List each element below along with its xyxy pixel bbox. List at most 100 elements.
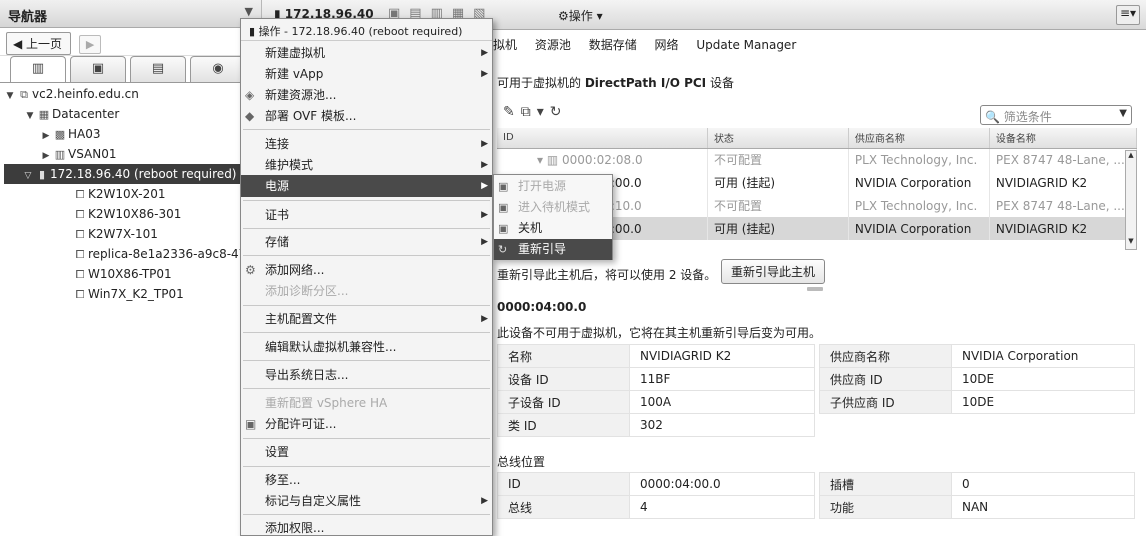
refresh-icon[interactable]: ↻ — [550, 104, 568, 120]
edit-icon[interactable]: ✎ — [503, 104, 521, 120]
menu-item-maintenance-mode[interactable]: 维护模式 ▶ — [241, 154, 492, 176]
filter-input[interactable]: 🔍 筛选条件 ▼ — [980, 105, 1132, 125]
tree-item-datacenter[interactable]: ▼ ▦ Datacenter — [24, 104, 120, 126]
menu-item-certificates[interactable]: 证书 ▶ — [241, 204, 492, 226]
actions-menu-button[interactable]: ⚙操作 ▾ — [558, 7, 603, 24]
menu-item-tags-attributes[interactable]: 标记与自定义属性 ▶ — [241, 490, 492, 512]
table-row[interactable]: ▾ ▥ 0000:02:08.0 不可配置 PLX Technology, In… — [497, 148, 1138, 171]
pci-icon: ▥ — [546, 152, 559, 167]
tab-storage[interactable]: ▤ — [130, 56, 186, 82]
tree-item-vm[interactable]: ⧠ Win7X_K2_TP01 — [72, 284, 184, 304]
tree-item-vcenter[interactable]: ▼ ⧉ vc2.heinfo.edu.cn — [4, 84, 139, 104]
standby-icon: ▣ — [498, 201, 509, 214]
device-properties-left: 名称 NVIDIAGRID K2 设备 ID 11BF 子设备 ID 100A 类 I… — [497, 344, 815, 437]
menu-item-reboot[interactable]: ↻ 重新引导 — [494, 239, 612, 260]
menu-item-deploy-ovf[interactable]: ◆ 部署 OVF 模板... — [241, 105, 492, 127]
scroll-down-icon[interactable]: ▼ — [1126, 237, 1136, 249]
menu-item-export-logs[interactable]: 导出系统日志... — [241, 364, 492, 386]
vm-template-icon: ▣ — [91, 61, 105, 76]
actions-context-menu: ▮ 操作 - 172.18.96.40 (reboot required) 新建… — [240, 18, 493, 536]
tab-vms[interactable]: 拟机 — [493, 36, 517, 53]
navigator-tabs: ▥ ▣ ▤ ◉ — [6, 56, 258, 83]
tree-item-vm[interactable]: ⧠ K2W10X-201 — [72, 184, 166, 204]
forward-button[interactable]: ▶ — [78, 35, 102, 54]
menu-icon[interactable]: ≡▾ — [1116, 5, 1140, 25]
resource-pool-icon: ◈ — [245, 88, 255, 102]
expand-icon[interactable]: ▾ — [537, 153, 543, 167]
menu-item-enter-standby[interactable]: ▣ 进入待机模式 — [494, 197, 612, 218]
menu-item-settings[interactable]: 设置 — [241, 441, 492, 463]
tab-resource-pools[interactable]: 资源池 — [535, 36, 571, 53]
expand-icon[interactable]: ▼ — [4, 86, 16, 106]
submenu-arrow-icon: ▶ — [481, 48, 488, 58]
storage-icon: ▤ — [151, 61, 165, 76]
network-icon: ◉ — [212, 61, 224, 76]
reboot-icon: ↻ — [498, 243, 508, 256]
menu-header: ▮ 操作 - 172.18.96.40 (reboot required) — [241, 19, 492, 41]
scroll-up-icon[interactable]: ▲ — [1126, 151, 1136, 163]
submenu-arrow-icon: ▶ — [481, 160, 488, 170]
collapse-icon[interactable]: ▶ — [40, 146, 52, 166]
shutdown-icon: ▣ — [498, 222, 509, 235]
license-icon: ▣ — [245, 417, 257, 431]
submenu-arrow-icon: ▶ — [481, 139, 488, 149]
tab-update-manager[interactable]: Update Manager — [696, 38, 796, 52]
menu-item-reconfigure-ha[interactable]: 重新配置 vSphere HA — [241, 392, 492, 414]
copy-icon[interactable]: ⧉▾ — [521, 104, 550, 120]
menu-item-move-to[interactable]: 移至... — [241, 469, 492, 491]
content-tabs: 拟机 资源池 数据存储 网络 Update Manager — [493, 36, 810, 58]
menu-item-shutdown[interactable]: ▣ 关机 — [494, 218, 612, 239]
vm-icon: ⧠ — [75, 188, 85, 201]
bus-properties-right: 插槽 0 功能 NAN — [819, 472, 1135, 519]
tab-datastores[interactable]: 数据存储 — [589, 36, 637, 53]
vm-icon: ⧠ — [75, 268, 85, 281]
menu-item-assign-license[interactable]: ▣ 分配许可证... — [241, 413, 492, 435]
submenu-arrow-icon: ▶ — [481, 237, 488, 247]
table-scrollbar[interactable]: ▲ ▼ — [1125, 150, 1137, 250]
pin-icon[interactable]: ▼ — [245, 5, 253, 18]
menu-item-power[interactable]: 电源 ▶ — [241, 175, 492, 197]
menu-item-host-profiles[interactable]: 主机配置文件 ▶ — [241, 308, 492, 330]
tab-vms-templates[interactable]: ▣ — [70, 56, 126, 82]
vm-icon: ⧠ — [75, 208, 85, 221]
collapse-icon[interactable]: ▶ — [40, 126, 52, 146]
tree-item-vm[interactable]: ⧠ W10X86-TP01 — [72, 264, 172, 284]
vm-icon: ⧠ — [75, 288, 85, 301]
section-title: 可用于虚拟机的 DirectPath I/O PCI 设备 — [497, 76, 734, 90]
menu-item-connection[interactable]: 连接 ▶ — [241, 133, 492, 155]
panel-splitter[interactable] — [807, 287, 823, 291]
menu-item-add-networking[interactable]: ⚙ 添加网络... — [241, 259, 492, 281]
column-header-id[interactable]: ID — [497, 128, 708, 149]
tree-item-vsan01[interactable]: ▶ ▥ VSAN01 — [40, 144, 117, 164]
tree-item-vm[interactable]: ⧠ K2W7X-101 — [72, 224, 158, 244]
host-icon: ▥ — [31, 61, 45, 76]
back-button[interactable]: ◀ 上一页 — [6, 32, 72, 55]
column-header-vendor[interactable]: 供应商名称 — [848, 128, 990, 149]
tab-networking[interactable]: ◉ — [190, 56, 246, 82]
expand-icon[interactable]: ▼ — [24, 106, 36, 126]
menu-item-storage[interactable]: 存储 ▶ — [241, 231, 492, 253]
menu-item-new-resource-pool[interactable]: ◈ 新建资源池... — [241, 84, 492, 106]
reboot-host-button[interactable]: 重新引导此主机 — [721, 259, 826, 284]
menu-item-add-diagnostic-partition[interactable]: 添加诊断分区... — [241, 280, 492, 302]
ovf-icon: ◆ — [245, 109, 255, 123]
vcenter-icon: ⧉ — [20, 88, 28, 101]
menu-item-new-vapp[interactable]: 新建 vApp ▶ — [241, 63, 492, 85]
tab-hosts-clusters[interactable]: ▥ — [10, 56, 66, 83]
table-toolbar: ✎⧉▾↻ — [503, 104, 568, 120]
filter-dropdown-icon[interactable]: ▼ — [1119, 108, 1127, 119]
tab-networks[interactable]: 网络 — [655, 36, 679, 53]
expand-icon[interactable]: ▽ — [22, 166, 34, 186]
menu-item-new-vm[interactable]: 新建虚拟机 ▶ — [241, 42, 492, 64]
column-header-device[interactable]: 设备名称 — [989, 128, 1138, 149]
menu-item-add-permission[interactable]: 添加权限... — [241, 517, 492, 536]
cluster-icon: ▥ — [54, 148, 66, 161]
column-header-status[interactable]: 状态 — [707, 128, 849, 149]
tree-item-vm[interactable]: ⧠ K2W10X86-301 — [72, 204, 182, 224]
menu-item-power-on[interactable]: ▣ 打开电源 — [494, 176, 612, 197]
tree-item-host-selected[interactable]: ▽ ▮ 172.18.96.40 (reboot required) — [4, 164, 262, 184]
tree-item-vm[interactable]: ⧠ replica-8e1a2336-a9c8-47 — [72, 244, 247, 264]
tree-item-ha03[interactable]: ▶ ▩ HA03 — [40, 124, 101, 144]
menu-item-edit-vm-compat[interactable]: 编辑默认虚拟机兼容性... — [241, 336, 492, 358]
submenu-arrow-icon: ▶ — [481, 314, 488, 324]
